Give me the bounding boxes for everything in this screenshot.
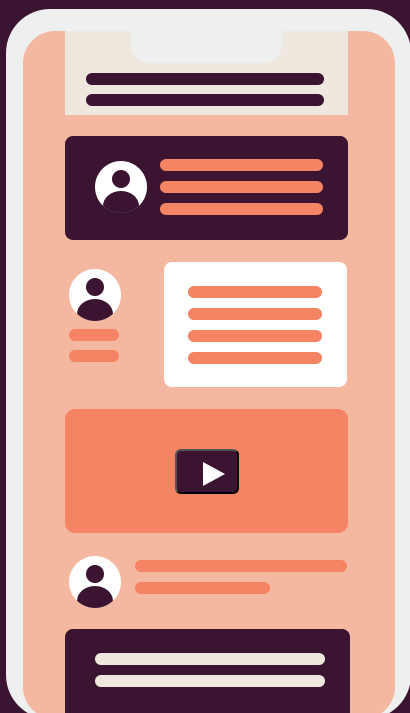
user-avatar-icon[interactable]	[95, 161, 147, 213]
message-placeholder-card[interactable]	[164, 262, 347, 387]
profile-line-3	[160, 203, 323, 215]
bottom-placeholder-card[interactable]	[65, 629, 350, 713]
avatar-head	[86, 278, 104, 296]
message-line-3	[188, 330, 322, 342]
comment-placeholder-row[interactable]	[65, 556, 350, 611]
comment-line-1	[135, 560, 347, 572]
comment-line-2	[135, 582, 270, 594]
avatar-body	[77, 299, 113, 321]
bottom-line-2	[95, 675, 325, 687]
top-placeholder-line-2	[86, 94, 324, 106]
play-button[interactable]	[175, 449, 239, 494]
author-meta-line-2	[69, 350, 119, 362]
message-line-1	[188, 286, 322, 298]
illustration-background	[0, 0, 410, 713]
phone-notch	[131, 31, 282, 63]
message-author-avatar-icon[interactable]	[69, 269, 121, 321]
phone-frame	[6, 9, 410, 713]
profile-line-1	[160, 159, 323, 171]
avatar-head	[112, 170, 130, 188]
avatar-body	[103, 191, 139, 213]
avatar-head	[86, 565, 104, 583]
message-line-4	[188, 352, 322, 364]
profile-line-2	[160, 181, 323, 193]
top-placeholder-line-1	[86, 73, 324, 85]
phone-screen[interactable]	[23, 31, 395, 713]
message-line-2	[188, 308, 322, 320]
avatar-body	[77, 586, 113, 608]
author-meta-line-1	[69, 329, 119, 341]
bottom-line-1	[95, 653, 325, 665]
comment-avatar-icon[interactable]	[69, 556, 121, 608]
profile-placeholder-card[interactable]	[65, 136, 348, 240]
play-icon	[203, 462, 225, 486]
video-placeholder-card[interactable]	[65, 409, 348, 533]
